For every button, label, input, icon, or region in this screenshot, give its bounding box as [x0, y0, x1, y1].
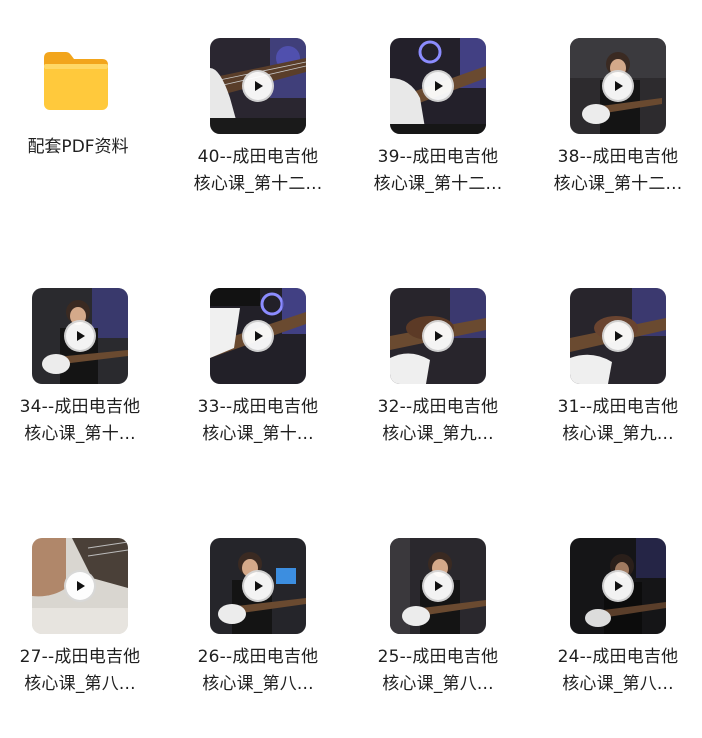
- video-filename-line2: 核心课_第八...: [202, 674, 314, 694]
- video-item[interactable]: 39--成田电吉他 核心课_第十二...: [358, 38, 518, 238]
- video-filename: 31--成田电吉他 核心课_第九...: [538, 394, 698, 448]
- video-filename-line1: 26--成田电吉他: [197, 647, 319, 667]
- folder-icon: [44, 52, 108, 110]
- video-filename: 33--成田电吉他 核心课_第十...: [178, 394, 338, 448]
- video-filename: 34--成田电吉他 核心课_第十...: [0, 394, 160, 448]
- video-filename-line2: 核心课_第八...: [24, 674, 136, 694]
- video-thumbnail: [32, 288, 128, 384]
- video-thumbnail: [210, 288, 306, 384]
- file-grid: 配套PDF资料 40--成田电吉他 核心课_第十二... 39--成田电吉他 核心课…: [0, 0, 702, 704]
- video-item[interactable]: 38--成田电吉他 核心课_第十二...: [538, 38, 698, 238]
- video-filename-line1: 31--成田电吉他: [557, 397, 679, 417]
- video-filename: 39--成田电吉他 核心课_第十二...: [358, 144, 518, 198]
- play-icon: [242, 320, 274, 352]
- video-filename-line2: 核心课_第十二...: [373, 174, 503, 194]
- video-filename-line1: 40--成田电吉他: [197, 147, 319, 167]
- video-item[interactable]: 34--成田电吉他 核心课_第十...: [0, 288, 160, 488]
- video-thumbnail: [570, 38, 666, 134]
- video-item[interactable]: 24--成田电吉他 核心课_第八...: [538, 538, 698, 738]
- video-filename: 26--成田电吉他 核心课_第八...: [178, 644, 338, 698]
- video-item[interactable]: 40--成田电吉他 核心课_第十二...: [178, 38, 338, 238]
- video-filename-line1: 33--成田电吉他: [197, 397, 319, 417]
- video-thumbnail: [32, 538, 128, 634]
- video-filename: 38--成田电吉他 核心课_第十二...: [538, 144, 698, 198]
- play-icon: [602, 70, 634, 102]
- video-thumbnail: [390, 38, 486, 134]
- play-icon: [64, 570, 96, 602]
- video-filename-line1: 39--成田电吉他: [377, 147, 499, 167]
- video-filename-line2: 核心课_第九...: [382, 424, 494, 444]
- video-item[interactable]: 27--成田电吉他 核心课_第八...: [0, 538, 160, 738]
- video-thumbnail: [390, 288, 486, 384]
- video-filename-line1: 38--成田电吉他: [557, 147, 679, 167]
- video-thumbnail: [570, 288, 666, 384]
- video-filename-line2: 核心课_第八...: [562, 674, 674, 694]
- video-filename: 32--成田电吉他 核心课_第九...: [358, 394, 518, 448]
- video-filename-line1: 24--成田电吉他: [557, 647, 679, 667]
- video-filename-line1: 32--成田电吉他: [377, 397, 499, 417]
- play-icon: [422, 570, 454, 602]
- video-item[interactable]: 26--成田电吉他 核心课_第八...: [178, 538, 338, 738]
- play-icon: [242, 70, 274, 102]
- play-icon: [64, 320, 96, 352]
- video-filename: 40--成田电吉他 核心课_第十二...: [178, 144, 338, 198]
- video-item[interactable]: 32--成田电吉他 核心课_第九...: [358, 288, 518, 488]
- video-filename-line2: 核心课_第九...: [562, 424, 674, 444]
- video-item[interactable]: 31--成田电吉他 核心课_第九...: [538, 288, 698, 488]
- video-filename-line1: 34--成田电吉他: [19, 397, 141, 417]
- video-thumbnail: [210, 538, 306, 634]
- video-filename: 24--成田电吉他 核心课_第八...: [538, 644, 698, 698]
- play-icon: [602, 570, 634, 602]
- play-icon: [422, 70, 454, 102]
- video-filename-line2: 核心课_第十二...: [553, 174, 683, 194]
- video-filename-line2: 核心课_第八...: [382, 674, 494, 694]
- play-icon: [422, 320, 454, 352]
- video-thumbnail: [570, 538, 666, 634]
- video-thumbnail: [390, 538, 486, 634]
- video-thumbnail: [210, 38, 306, 134]
- folder-name: 配套PDF资料: [27, 137, 129, 157]
- video-item[interactable]: 33--成田电吉他 核心课_第十...: [178, 288, 338, 488]
- play-icon: [602, 320, 634, 352]
- video-filename-line1: 27--成田电吉他: [19, 647, 141, 667]
- video-filename-line2: 核心课_第十...: [24, 424, 136, 444]
- video-filename: 25--成田电吉他 核心课_第八...: [358, 644, 518, 698]
- video-filename-line2: 核心课_第十...: [202, 424, 314, 444]
- video-item[interactable]: 25--成田电吉他 核心课_第八...: [358, 538, 518, 738]
- play-icon: [242, 570, 274, 602]
- video-filename: 27--成田电吉他 核心课_第八...: [0, 644, 160, 698]
- video-filename-line1: 25--成田电吉他: [377, 647, 499, 667]
- folder-item-pdf[interactable]: 配套PDF资料: [0, 38, 160, 238]
- video-filename-line2: 核心课_第十二...: [193, 174, 323, 194]
